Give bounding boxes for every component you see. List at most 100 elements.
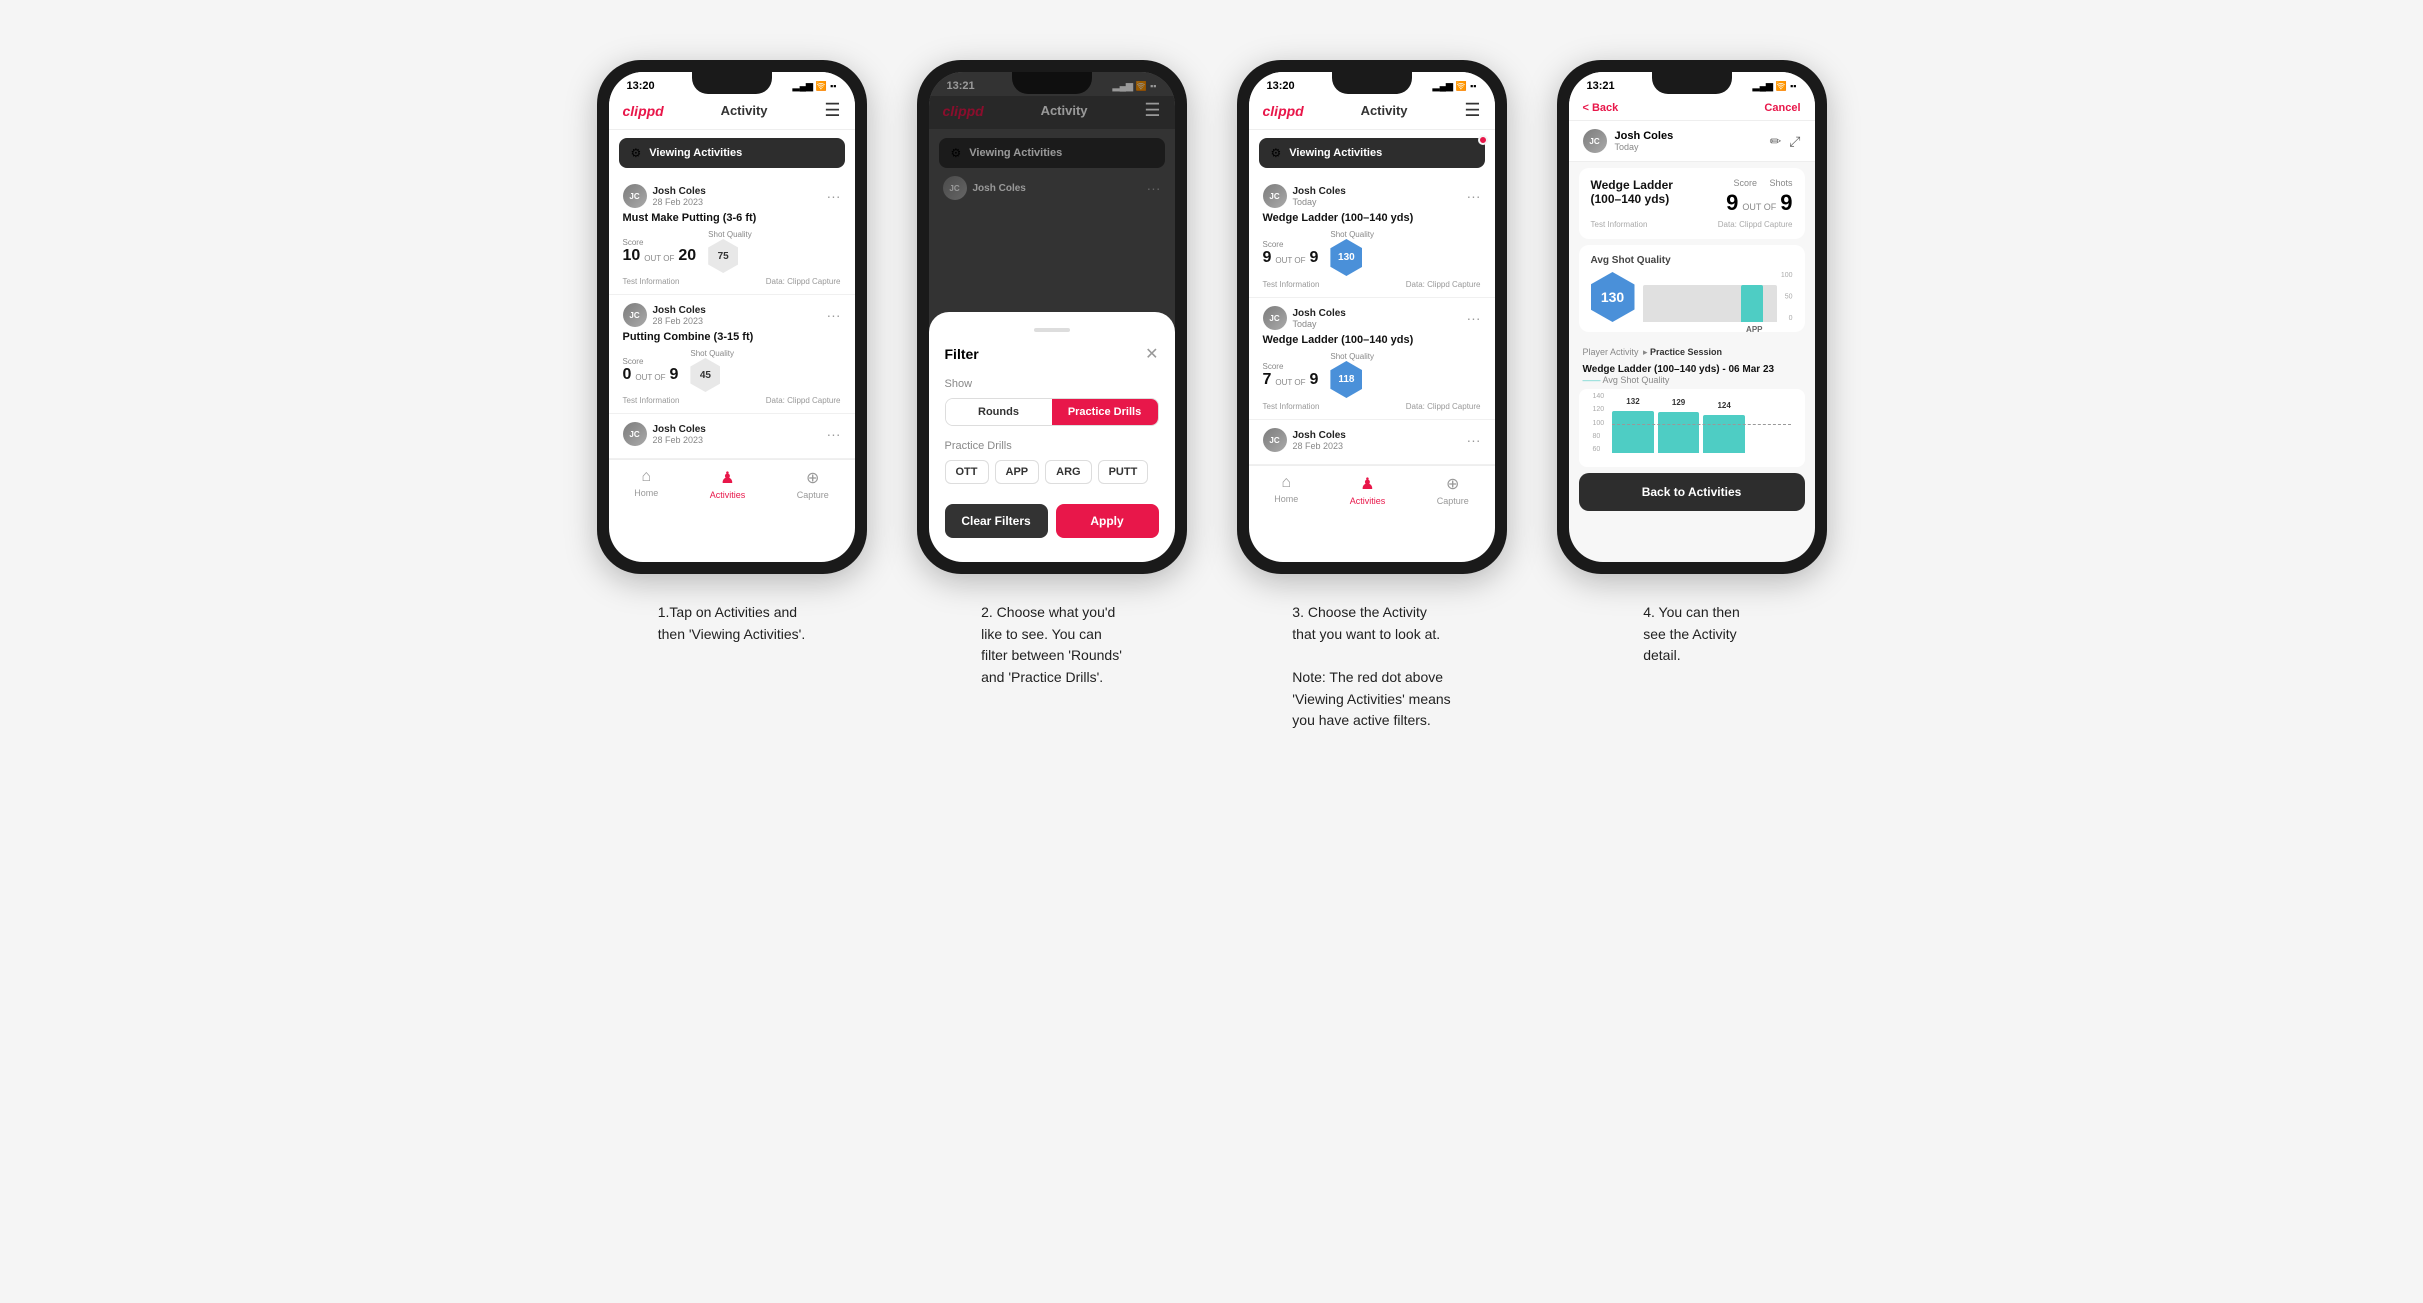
back-btn-4[interactable]: < Back xyxy=(1583,102,1619,114)
battery-icon-1: ▪▪ xyxy=(830,81,836,91)
outof-1-2: OUT OF xyxy=(635,373,665,382)
expand-icon-4[interactable]: ⤢ xyxy=(1789,133,1800,150)
filter-toggle-row-2: Rounds Practice Drills xyxy=(945,398,1159,426)
phone-3-notch xyxy=(1332,72,1412,94)
chip-ott-2[interactable]: OTT xyxy=(945,460,989,484)
chip-app-2[interactable]: APP xyxy=(995,460,1040,484)
activity-header-3-3: JC Josh Coles 28 Feb 2023 ··· xyxy=(1263,428,1481,452)
filter-show-label-2: Show xyxy=(945,378,1159,390)
activity-title-1-1: Must Make Putting (3-6 ft) xyxy=(623,212,841,224)
activity-item-1-1[interactable]: JC Josh Coles 28 Feb 2023 ··· Must Make … xyxy=(609,176,855,295)
user-info-1-1: JC Josh Coles 28 Feb 2023 xyxy=(623,184,706,208)
cancel-btn-4[interactable]: Cancel xyxy=(1764,102,1800,114)
filter-icon-3: ⚙ xyxy=(1271,146,1282,160)
detail-user-name-4: Josh Coles xyxy=(1615,130,1674,142)
data-capture-1-1: Data: Clippd Capture xyxy=(766,277,841,286)
user-name-1-3: Josh Coles xyxy=(653,424,706,435)
viewing-activities-bar-1[interactable]: ⚙ Viewing Activities xyxy=(619,138,845,168)
three-dots-1-2[interactable]: ··· xyxy=(827,307,841,323)
activity-item-3-1[interactable]: JC Josh Coles Today ··· Wedge Ladder (10… xyxy=(1249,176,1495,298)
menu-icon-3[interactable]: ☰ xyxy=(1464,100,1480,121)
user-name-3-2: Josh Coles xyxy=(1293,308,1346,319)
phone-1-wrapper: 13:20 ▂▄▆ 🛜 ▪▪ clippd Activity ☰ ⚙ Vi xyxy=(597,60,867,574)
battery-icon-4: ▪▪ xyxy=(1790,81,1796,91)
three-dots-3-1[interactable]: ··· xyxy=(1467,188,1481,204)
filter-pd-label-2: Practice Drills xyxy=(945,440,1159,452)
test-info-label-4: Test Information xyxy=(1591,220,1648,229)
activity-item-3-2[interactable]: JC Josh Coles Today ··· Wedge Ladder (10… xyxy=(1249,298,1495,420)
score-group-3-2: Score 7 OUT OF 9 xyxy=(1263,362,1319,389)
user-name-3-3: Josh Coles xyxy=(1293,430,1346,441)
score-val-1-1: 10 xyxy=(623,247,641,265)
outof-1-1: OUT OF xyxy=(644,254,674,263)
user-name-1-1: Josh Coles xyxy=(653,186,706,197)
detail-top-nav-4: < Back Cancel xyxy=(1569,96,1815,121)
avatar-1-3: JC xyxy=(623,422,647,446)
sq-group-1-1: Shot Quality 75 xyxy=(708,230,752,273)
logo-1: clippd xyxy=(623,103,664,119)
three-dots-3-3[interactable]: ··· xyxy=(1467,432,1481,448)
status-time-3: 13:20 xyxy=(1267,80,1295,92)
three-dots-3-2[interactable]: ··· xyxy=(1467,310,1481,326)
menu-icon-1[interactable]: ☰ xyxy=(824,100,840,121)
bar-label-1-4: 132 xyxy=(1626,397,1639,406)
activities-label-1: Activities xyxy=(710,490,746,500)
phone-2-shell: 13:21 ▂▄▆ 🛜 ▪▪ clippd Activity ☰ ⚙ Vi xyxy=(917,60,1187,574)
mini-chart-4: 100 50 0 APP xyxy=(1643,272,1793,322)
shots-val-1-2: 9 xyxy=(669,366,678,384)
nav-capture-3[interactable]: ⊕ Capture xyxy=(1437,474,1469,506)
filter-sheet-2: Filter ✕ Show Rounds Practice Drills Pra… xyxy=(929,312,1175,562)
score-value-4: 9 xyxy=(1726,190,1738,216)
apply-btn-2[interactable]: Apply xyxy=(1056,504,1159,538)
nav-capture-1[interactable]: ⊕ Capture xyxy=(797,468,829,500)
back-to-activities-btn-4[interactable]: Back to Activities xyxy=(1579,473,1805,511)
score-group-1-1: Score 10 OUT OF 20 xyxy=(623,238,697,265)
chart-bar-highlight-4 xyxy=(1741,285,1763,323)
activity-title-1-2: Putting Combine (3-15 ft) xyxy=(623,331,841,343)
shots-val-1-1: 20 xyxy=(678,247,696,265)
phone-2-screen: 13:21 ▂▄▆ 🛜 ▪▪ clippd Activity ☰ ⚙ Vi xyxy=(929,72,1175,562)
detail-user-bar-4: JC Josh Coles Today ✏ ⤢ xyxy=(1569,121,1815,162)
toggle-rounds-2[interactable]: Rounds xyxy=(946,399,1052,425)
status-icons-1: ▂▄▆ 🛜 ▪▪ xyxy=(793,81,837,92)
nav-home-3[interactable]: ⌂ Home xyxy=(1274,474,1298,506)
toggle-practice-drills-2[interactable]: Practice Drills xyxy=(1052,399,1158,425)
chip-arg-2[interactable]: ARG xyxy=(1045,460,1091,484)
top-nav-1: clippd Activity ☰ xyxy=(609,96,855,130)
chip-putt-2[interactable]: PUTT xyxy=(1098,460,1149,484)
stats-row-3-1: Score 9 OUT OF 9 Shot Quality 130 xyxy=(1263,230,1481,276)
three-dots-1-3[interactable]: ··· xyxy=(827,426,841,442)
viewing-activities-bar-3[interactable]: ⚙ Viewing Activities xyxy=(1259,138,1485,168)
capture-icon-1: ⊕ xyxy=(806,468,819,488)
activity-item-1-3[interactable]: JC Josh Coles 28 Feb 2023 ··· xyxy=(609,414,855,459)
user-info-1-3: JC Josh Coles 28 Feb 2023 xyxy=(623,422,706,446)
score-group-3-1: Score 9 OUT OF 9 xyxy=(1263,240,1319,267)
activity-item-3-3[interactable]: JC Josh Coles 28 Feb 2023 ··· xyxy=(1249,420,1495,465)
bar-chart-card-4: 140 120 100 80 60 132 xyxy=(1579,389,1805,467)
viewing-activities-label-1: Viewing Activities xyxy=(649,147,742,159)
nav-home-1[interactable]: ⌂ Home xyxy=(634,468,658,500)
capture-icon-3: ⊕ xyxy=(1446,474,1459,494)
user-name-date-3-1: Josh Coles Today xyxy=(1293,186,1346,207)
avatar-4: JC xyxy=(1583,129,1607,153)
bar-label-2-4: 129 xyxy=(1672,398,1685,407)
wifi-icon-3: 🛜 xyxy=(1456,81,1467,92)
top-nav-3: clippd Activity ☰ xyxy=(1249,96,1495,130)
drill-title-section-4: Wedge Ladder (100–140 yds) - 06 Mar 23 —… xyxy=(1569,362,1815,389)
three-dots-1-1[interactable]: ··· xyxy=(827,188,841,204)
score-row-4: 9 OUT OF 9 xyxy=(1726,190,1792,216)
data-info-1-1: Test Information Data: Clippd Capture xyxy=(623,277,841,286)
signal-icon-4: ▂▄▆ xyxy=(1753,81,1773,92)
filter-close-btn-2[interactable]: ✕ xyxy=(1145,344,1158,364)
nav-activities-3[interactable]: ♟ Activities xyxy=(1350,474,1386,506)
session-type-4: Practice Session xyxy=(1650,347,1722,357)
activity-item-1-2[interactable]: JC Josh Coles 28 Feb 2023 ··· Putting Co… xyxy=(609,295,855,414)
nav-activities-1[interactable]: ♟ Activities xyxy=(710,468,746,500)
edit-icon-4[interactable]: ✏ xyxy=(1770,133,1782,150)
sq-group-3-1: Shot Quality 130 xyxy=(1330,230,1374,276)
phone-4-notch xyxy=(1652,72,1732,94)
home-icon-1: ⌂ xyxy=(641,468,651,486)
outof-label-4: OUT OF xyxy=(1742,202,1776,212)
clear-filters-btn-2[interactable]: Clear Filters xyxy=(945,504,1048,538)
user-name-date-1-3: Josh Coles 28 Feb 2023 xyxy=(653,424,706,445)
